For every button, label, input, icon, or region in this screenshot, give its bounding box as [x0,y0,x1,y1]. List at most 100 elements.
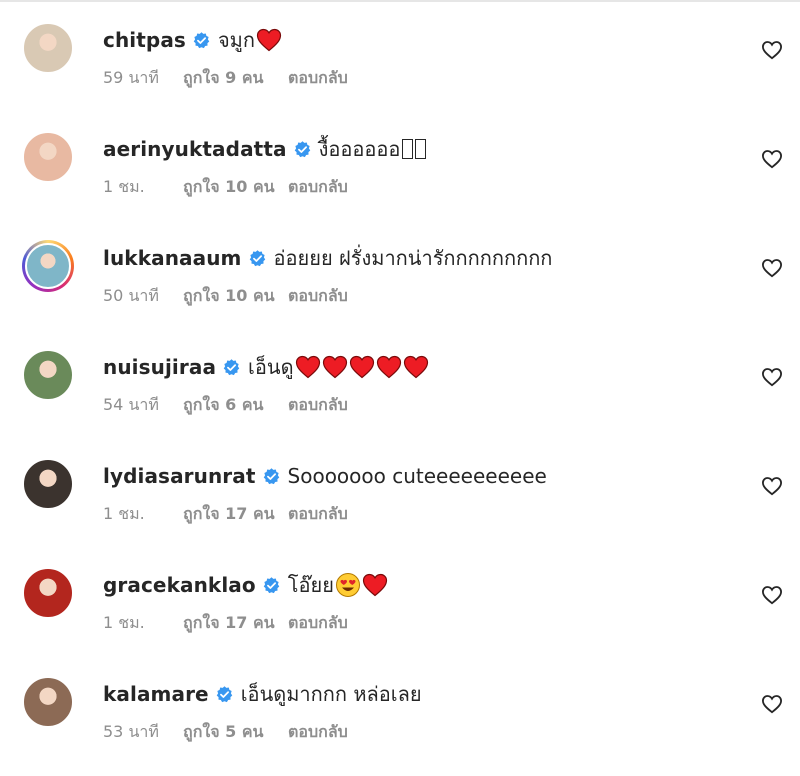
comment-body: Sooooooo cuteeeeeeeeee [287,464,547,488]
comment-text: จมูก [218,24,282,56]
reply-button[interactable]: ตอบกลับ [288,720,348,745]
red-heart-emoji-icon [322,355,348,379]
comment-header: kalamare เอ็นดูมากกก หล่อเลย [103,680,422,708]
comment-meta: 1 ชม. ถูกใจ 10 คน ตอบกลับ [103,175,348,199]
comment-body: เอ็นดูมากกก หล่อเลย [240,682,422,706]
verified-badge-icon [262,576,281,595]
reply-button[interactable]: ตอบกลับ [288,284,348,309]
timestamp: 59 นาที [103,67,159,87]
verified-badge-icon [293,140,312,159]
comment-item: chitpas จมูก 59 นาที ถูกใจ 9 คน ตอบกลับ [0,22,800,122]
likes-count-button[interactable]: ถูกใจ 17 คน [183,502,288,527]
reply-button[interactable]: ตอบกลับ [288,611,348,636]
avatar[interactable] [22,458,74,510]
comment-text: Sooooooo cuteeeeeeeeee [288,464,547,488]
like-heart-icon[interactable] [761,476,783,496]
comment-text: งื้ออออออ [319,133,427,165]
reply-button[interactable]: ตอบกลับ [288,502,348,527]
avatar-image [25,243,71,289]
timestamp: 53 นาที [103,721,159,741]
likes-count-button[interactable]: ถูกใจ 17 คน [183,611,288,636]
red-heart-emoji-icon [362,573,388,597]
red-heart-emoji-icon [376,355,402,379]
avatar[interactable] [22,240,74,292]
verified-badge-icon [262,467,281,486]
comment-body: เอ็นดู [248,355,294,379]
avatar-image [22,458,74,510]
comment-meta: 1 ชม. ถูกใจ 17 คน ตอบกลับ [103,611,348,635]
username-link[interactable]: lukkanaaum [103,246,242,270]
avatar-image [22,567,74,619]
likes-count-button[interactable]: ถูกใจ 5 คน [183,720,288,745]
comment-header: lydiasarunrat Sooooooo cuteeeeeeeeee [103,462,547,490]
comment-item: lydiasarunrat Sooooooo cuteeeeeeeeee 1 ชม.… [0,458,800,558]
avatar[interactable] [22,349,74,401]
username-link[interactable]: gracekanklao [103,573,256,597]
comment-text: เอ็นดู [248,351,429,383]
comment-meta: 59 นาที ถูกใจ 9 คน ตอบกลับ [103,66,348,90]
username-link[interactable]: aerinyuktadatta [103,137,287,161]
avatar[interactable] [22,22,74,74]
comment-item: gracekanklao โอ๊ยย 1 ชม. ถูกใจ 17 คน ตอบกลับ [0,567,800,667]
username-link[interactable]: chitpas [103,28,186,52]
comment-meta: 1 ชม. ถูกใจ 17 คน ตอบกลับ [103,502,348,526]
missing-glyph-icon [415,139,427,159]
comment-item: kalamare เอ็นดูมากกก หล่อเลย 53 นาที ถูกใจ … [0,676,800,776]
comment-meta: 50 นาที ถูกใจ 10 คน ตอบกลับ [103,284,348,308]
likes-count-button[interactable]: ถูกใจ 10 คน [183,284,288,309]
avatar-image [22,131,74,183]
like-heart-icon[interactable] [761,40,783,60]
comment-header: aerinyuktadatta งื้ออออออ [103,133,427,165]
comment-text: อ่อยยย ฝรั่งมากน่ารักกกกกกกกก [274,242,553,274]
likes-count-button[interactable]: ถูกใจ 9 คน [183,66,288,91]
top-divider [0,0,800,2]
likes-count-button[interactable]: ถูกใจ 10 คน [183,175,288,200]
username-link[interactable]: lydiasarunrat [103,464,256,488]
like-heart-icon[interactable] [761,367,783,387]
comment-body: งื้ออออออ [318,137,401,161]
red-heart-emoji-icon [256,28,282,52]
verified-badge-icon [192,31,211,50]
avatar[interactable] [22,131,74,183]
red-heart-emoji-icon [349,355,375,379]
comment-body: อ่อยยย ฝรั่งมากน่ารักกกกกกกกก [273,246,553,270]
avatar[interactable] [22,676,74,728]
likes-count-button[interactable]: ถูกใจ 6 คน [183,393,288,418]
timestamp: 1 ชม. [103,503,145,523]
timestamp: 50 นาที [103,285,159,305]
missing-glyph-icon [402,139,414,159]
timestamp: 1 ชม. [103,612,145,632]
reply-button[interactable]: ตอบกลับ [288,393,348,418]
timestamp: 1 ชม. [103,176,145,196]
comment-text: เอ็นดูมากกก หล่อเลย [241,678,422,710]
comment-header: nuisujiraa เอ็นดู [103,353,429,381]
avatar-image [22,676,74,728]
reply-button[interactable]: ตอบกลับ [288,175,348,200]
comment-text: โอ๊ยย [288,569,388,601]
timestamp: 54 นาที [103,394,159,414]
heart-eyes-emoji-icon [335,572,361,598]
avatar[interactable] [22,567,74,619]
avatar-image [22,349,74,401]
verified-badge-icon [215,685,234,704]
comment-header: chitpas จมูก [103,26,282,54]
avatar-image [22,22,74,74]
comment-meta: 53 นาที ถูกใจ 5 คน ตอบกลับ [103,720,348,744]
comment-header: gracekanklao โอ๊ยย [103,571,388,599]
comment-meta: 54 นาที ถูกใจ 6 คน ตอบกลับ [103,393,348,417]
comment-header: lukkanaaum อ่อยยย ฝรั่งมากน่ารักกกกกกกกก [103,244,552,272]
like-heart-icon[interactable] [761,585,783,605]
username-link[interactable]: nuisujiraa [103,355,216,379]
verified-badge-icon [248,249,267,268]
like-heart-icon[interactable] [761,258,783,278]
like-heart-icon[interactable] [761,149,783,169]
comment-item: lukkanaaum อ่อยยย ฝรั่งมากน่ารักกกกกกกกก 5… [0,240,800,340]
comment-body: จมูก [217,28,255,52]
comment-body: โอ๊ยย [287,573,334,597]
reply-button[interactable]: ตอบกลับ [288,66,348,91]
like-heart-icon[interactable] [761,694,783,714]
red-heart-emoji-icon [403,355,429,379]
username-link[interactable]: kalamare [103,682,209,706]
red-heart-emoji-icon [295,355,321,379]
comment-item: aerinyuktadatta งื้ออออออ 1 ชม. ถูกใจ 10 คน… [0,131,800,231]
